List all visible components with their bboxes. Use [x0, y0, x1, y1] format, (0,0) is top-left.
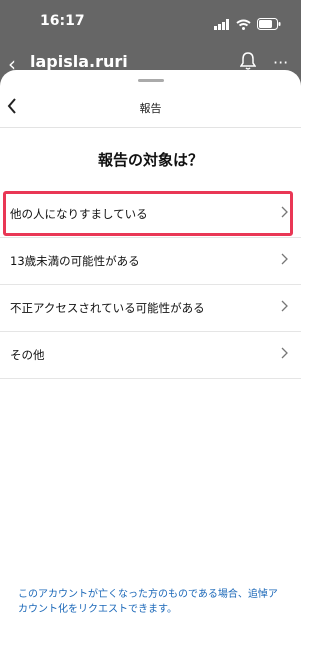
report-sheet: 報告 報告の対象は？ 他の人になりすましている 13歳未満の可能性がある 不正ア…: [0, 70, 301, 653]
option-under-13[interactable]: 13歳未満の可能性がある: [0, 238, 301, 285]
option-hacked[interactable]: 不正アクセスされている可能性がある: [0, 285, 301, 332]
option-label: その他: [10, 348, 45, 362]
sheet-title: 報告: [139, 102, 162, 115]
chevron-right-icon: [281, 300, 289, 316]
status-time: 16:17: [40, 13, 85, 29]
status-icons: [214, 15, 281, 34]
profile-username: lapisla.ruri: [30, 52, 128, 71]
wifi-icon: [236, 15, 251, 34]
highlight-box: [3, 191, 293, 236]
option-label: 不正アクセスされている可能性がある: [10, 301, 205, 315]
battery-icon: [257, 15, 281, 34]
header-divider: [0, 127, 301, 128]
report-question: 報告の対象は？: [97, 151, 203, 169]
option-label: 13歳未満の可能性がある: [10, 254, 140, 268]
sheet-drag-handle[interactable]: [138, 79, 164, 82]
chevron-right-icon: [281, 253, 289, 269]
status-bar: 16:17: [0, 0, 301, 44]
chevron-right-icon: [281, 347, 289, 363]
memorialize-link[interactable]: このアカウントが亡くなった方のものである場合、追悼アカウント化をリクエストできま…: [18, 587, 280, 617]
signal-icon: [214, 15, 230, 34]
option-other[interactable]: その他: [0, 332, 301, 379]
